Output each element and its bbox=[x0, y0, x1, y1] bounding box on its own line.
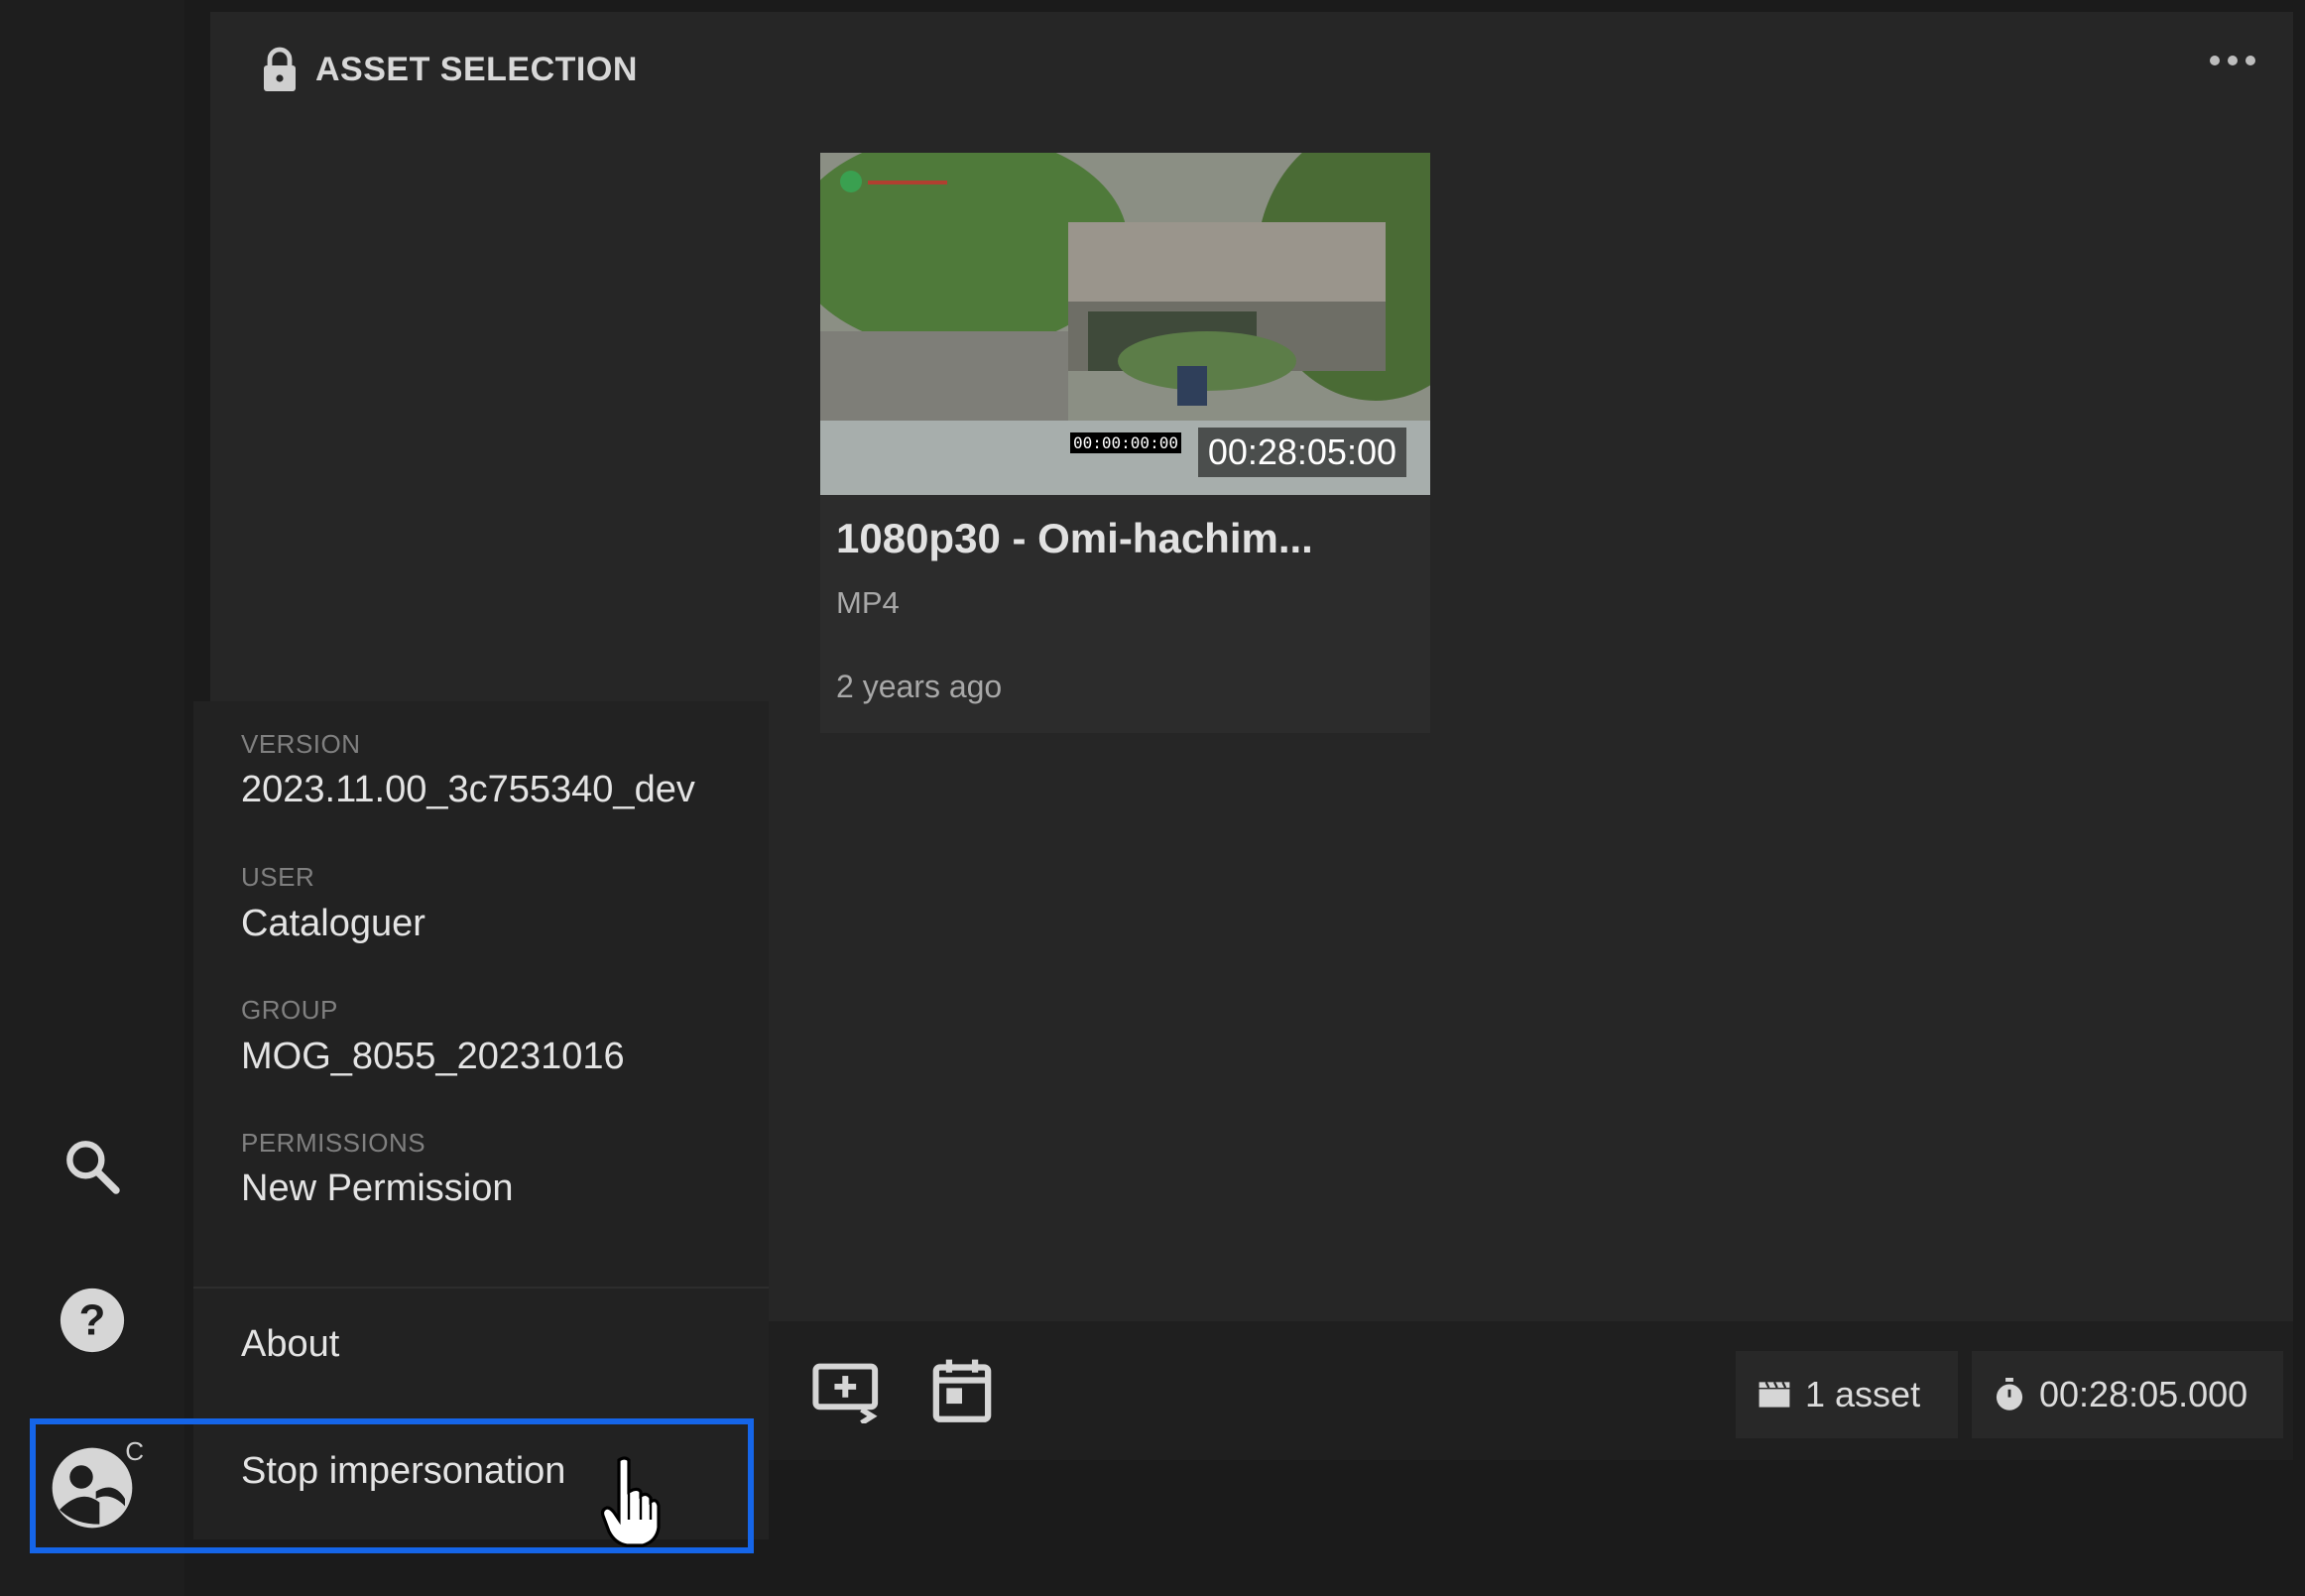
version-value: 2023.11.00_3c755340_dev bbox=[241, 769, 695, 810]
panel-title: ASSET SELECTION bbox=[315, 50, 638, 88]
help-icon: ? bbox=[60, 1288, 125, 1353]
search-icon bbox=[66, 1141, 120, 1194]
permissions-value: New Permission bbox=[241, 1167, 514, 1209]
search-button[interactable] bbox=[55, 1129, 130, 1204]
burned-in-timecode: 00:00:00:00 bbox=[1070, 432, 1181, 453]
thumbnail-overlay-bar bbox=[868, 181, 947, 184]
user-menu: VERSION 2023.11.00_3c755340_dev USER Cat… bbox=[193, 701, 769, 1539]
asset-thumbnail[interactable]: 00:00:00:00 00:28:05:00 bbox=[820, 153, 1430, 495]
left-sidebar: ? C bbox=[0, 0, 184, 1596]
schedule-button[interactable] bbox=[922, 1351, 1002, 1430]
permissions-label: PERMISSIONS bbox=[241, 1128, 426, 1158]
total-duration-chip: 00:28:05.000 bbox=[1972, 1351, 2283, 1438]
clapperboard-icon bbox=[1759, 1381, 1790, 1408]
about-menu-item[interactable]: About bbox=[241, 1323, 339, 1366]
duration-badge: 00:28:05:00 bbox=[1197, 428, 1406, 477]
user-value: Cataloguer bbox=[241, 903, 425, 944]
stopwatch-icon bbox=[1996, 1378, 2023, 1411]
group-value: MOG_8055_20231016 bbox=[241, 1036, 625, 1077]
calendar-icon bbox=[932, 1359, 992, 1422]
add-to-queue-icon bbox=[812, 1363, 879, 1423]
version-label: VERSION bbox=[241, 729, 361, 759]
asset-age: 2 years ago bbox=[836, 669, 1003, 704]
asset-card[interactable]: 00:00:00:00 00:28:05:00 1080p30 - Omi-ha… bbox=[820, 153, 1430, 733]
panel-header: ASSET SELECTION bbox=[260, 46, 638, 93]
more-options-button[interactable] bbox=[2210, 56, 2255, 65]
asset-count: 1 asset bbox=[1805, 1374, 1921, 1414]
hand-cursor-icon bbox=[600, 1456, 661, 1547]
asset-count-chip: 1 asset bbox=[1736, 1351, 1958, 1438]
svg-text:?: ? bbox=[79, 1296, 106, 1345]
recording-indicator bbox=[840, 171, 862, 192]
asset-format: MP4 bbox=[836, 585, 900, 620]
add-to-queue-button[interactable] bbox=[808, 1351, 888, 1430]
user-label: USER bbox=[241, 862, 315, 892]
selection-footer: 1 asset 00:28:05.000 bbox=[769, 1321, 2293, 1460]
more-horizontal-icon bbox=[2210, 56, 2220, 65]
menu-divider bbox=[193, 1287, 769, 1289]
total-duration: 00:28:05.000 bbox=[2039, 1374, 2248, 1414]
help-button[interactable]: ? bbox=[55, 1283, 130, 1358]
asset-name: 1080p30 - Omi-hachim... bbox=[836, 515, 1313, 561]
group-label: GROUP bbox=[241, 995, 338, 1025]
lock-icon bbox=[264, 47, 296, 91]
